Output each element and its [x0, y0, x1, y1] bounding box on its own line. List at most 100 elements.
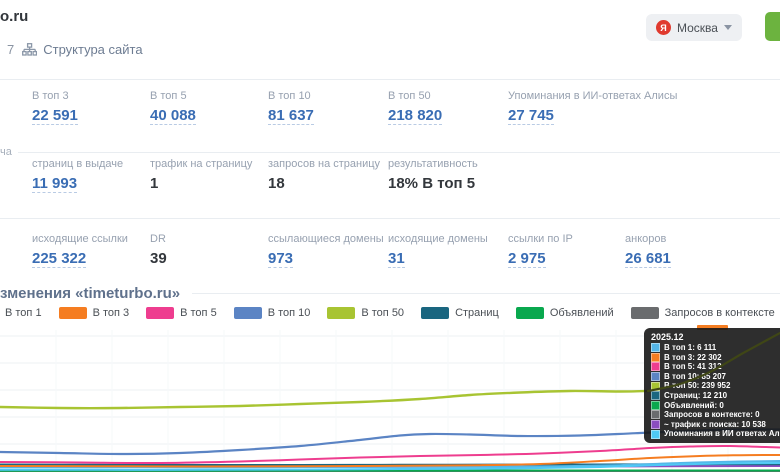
region-selector-button[interactable]: Я Москва: [646, 14, 742, 41]
stat-r3-5: анкоров 26 681: [625, 233, 780, 268]
legend-label: Запросов в контексте: [665, 307, 775, 319]
yandex-icon: Я: [656, 20, 671, 35]
legend-item-2[interactable]: В топ 5: [146, 307, 217, 319]
divider-line: [18, 152, 780, 153]
stat-value[interactable]: 218 820: [388, 107, 442, 125]
stat-value: 39: [150, 250, 167, 267]
stat-value[interactable]: 973: [268, 250, 293, 268]
stat-value[interactable]: 31: [388, 250, 405, 268]
stat-r3-4: ссылки по IP 2 975: [508, 233, 625, 268]
stat-value: 1: [150, 175, 158, 192]
region-label: Москва: [677, 21, 718, 35]
stat-label: запросов на страницу: [268, 158, 388, 170]
stat-value[interactable]: 81 637: [268, 107, 314, 125]
stat-r1-3: В топ 50 218 820: [388, 90, 508, 125]
legend-item-7[interactable]: Запросов в контексте: [631, 307, 775, 319]
legend-item-3[interactable]: В топ 10: [234, 307, 311, 319]
divider-line: [192, 293, 780, 294]
tooltip-swatch: [651, 343, 660, 352]
tooltip-row-5: Страниц: 12 210: [651, 391, 780, 401]
tooltip-row-3: В топ 10: 85 207: [651, 372, 780, 382]
serp-stats-row: страниц в выдаче11 993трафик на страницу…: [32, 158, 780, 193]
legend-swatch: [421, 307, 449, 319]
legend-swatch: [146, 307, 174, 319]
site-structure-icon: [22, 43, 37, 56]
site-structure-link[interactable]: Структура сайта: [22, 42, 142, 57]
legend-item-5[interactable]: Страниц: [421, 307, 499, 319]
stat-r3-3: исходящие домены 31: [388, 233, 508, 268]
tooltip-text: В топ 3: 22 302: [664, 353, 722, 363]
tooltip-row-4: В топ 50: 239 952: [651, 381, 780, 391]
visibility-stats-row: В топ 3 22 591 В топ 5 40 088 В топ 10 81 637…: [32, 90, 780, 125]
legend-label: В топ 1: [5, 307, 42, 319]
stat-label: DR: [150, 233, 268, 245]
stat-r1-4: Упоминания в ИИ-ответах Алисы 27 745: [508, 90, 780, 125]
stat-r3-1: DR 39: [150, 233, 268, 268]
legend-label: В топ 5: [180, 307, 217, 319]
tooltip-text: ~ трафик с поиска: 10 538: [664, 420, 766, 430]
changes-section-header: зменения «timeturbo.ru»: [0, 285, 780, 302]
stat-r2-3: результативность18% В топ 5: [388, 158, 780, 193]
primary-action-button[interactable]: [765, 12, 780, 41]
legend-item-4[interactable]: В топ 50: [327, 307, 404, 319]
stat-value[interactable]: 2 975: [508, 250, 546, 268]
legend-swatch: [516, 307, 544, 319]
stat-value: 18: [268, 175, 285, 192]
serp-section-label: ча: [0, 146, 12, 158]
tooltip-swatch: [651, 430, 660, 439]
stat-label: результативность: [388, 158, 780, 170]
stat-r2-1: трафик на страницу 1: [150, 158, 268, 193]
stat-value[interactable]: 26 681: [625, 250, 671, 268]
chart-tooltip: 2025.12 В топ 1: 6 111В топ 3: 22 302В т…: [644, 328, 780, 443]
stat-label: В топ 50: [388, 90, 508, 102]
stat-label: трафик на страницу: [150, 158, 268, 170]
stat-r1-0: В топ 3 22 591: [32, 90, 150, 125]
tooltip-text: В топ 10: 85 207: [664, 372, 726, 382]
stat-r3-2: ссылающиеся домены 973: [268, 233, 388, 268]
tooltip-row-7: Запросов в контексте: 0: [651, 410, 780, 420]
stat-value[interactable]: 22 591: [32, 107, 78, 125]
stat-value[interactable]: 225 322: [32, 250, 86, 268]
stat-label: В топ 5: [150, 90, 268, 102]
stat-r2-2: запросов на страницу 18: [268, 158, 388, 193]
stat-label: В топ 3: [32, 90, 150, 102]
stat-value[interactable]: 27 745: [508, 107, 554, 125]
legend-label: В топ 50: [361, 307, 404, 319]
stat-r3-0: исходящие ссылки 225 322: [32, 233, 150, 268]
stat-label: ссылающиеся домены: [268, 233, 388, 245]
stat-label: исходящие домены: [388, 233, 508, 245]
page-title: o.ru: [0, 8, 28, 25]
tooltip-row-9: Упоминания в ИИ ответах Алисы: 25 1: [651, 429, 780, 439]
legend-item-1[interactable]: В топ 3: [59, 307, 130, 319]
series-line-В топ 50: [0, 391, 648, 408]
legend-item-6[interactable]: Объявлений: [516, 307, 614, 319]
stat-value[interactable]: 40 088: [150, 107, 196, 125]
tooltip-swatch: [651, 372, 660, 381]
subheader-counter: 7: [7, 42, 14, 57]
legend-swatch: [234, 307, 262, 319]
stat-label: анкоров: [625, 233, 780, 245]
tooltip-text: В топ 5: 41 312: [664, 362, 722, 372]
stat-label: исходящие ссылки: [32, 233, 150, 245]
stat-label: Упоминания в ИИ-ответах Алисы: [508, 90, 780, 102]
legend-label: В топ 10: [268, 307, 311, 319]
legend-item-0[interactable]: В топ 1: [0, 307, 42, 319]
tooltip-swatch: [651, 362, 660, 371]
links-section-divider: [0, 218, 780, 219]
changes-title: зменения «timeturbo.ru»: [0, 285, 180, 302]
serp-section-divider: ча: [0, 146, 780, 158]
top-divider: [0, 79, 780, 80]
tooltip-row-8: ~ трафик с поиска: 10 538: [651, 420, 780, 430]
tooltip-text: Запросов в контексте: 0: [664, 410, 760, 420]
tooltip-swatch: [651, 420, 660, 429]
stat-r1-1: В топ 5 40 088: [150, 90, 268, 125]
tooltip-row-1: В топ 3: 22 302: [651, 353, 780, 363]
stat-label: В топ 10: [268, 90, 388, 102]
stat-label: ссылки по IP: [508, 233, 625, 245]
stat-value[interactable]: 11 993: [32, 175, 77, 193]
legend-swatch: [631, 307, 659, 319]
tooltip-text: В топ 50: 239 952: [664, 381, 730, 391]
legend-swatch: [59, 307, 87, 319]
tooltip-text: Упоминания в ИИ ответах Алисы: 25 1: [664, 429, 780, 439]
tooltip-swatch: [651, 382, 660, 391]
